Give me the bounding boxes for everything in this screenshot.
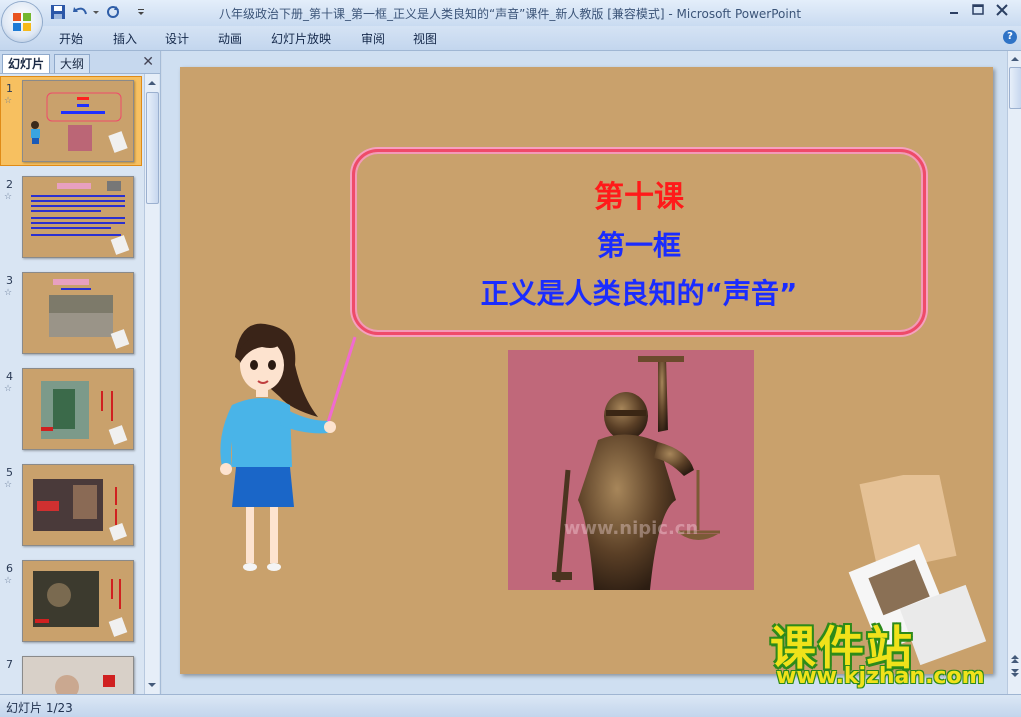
- office-button[interactable]: [2, 2, 42, 42]
- slide-editing-area: 第十课 第一框 正义是人类良知的“声音” www.nipic.cn: [162, 51, 1007, 694]
- redo-icon[interactable]: [104, 4, 120, 22]
- slide-number: 3: [6, 274, 13, 287]
- teacher-illustration: [220, 323, 357, 571]
- undo-icon[interactable]: [72, 4, 88, 22]
- office-button-icon: [13, 13, 31, 31]
- topic-title: 正义是人类良知的“声音”: [480, 277, 798, 310]
- slide-canvas[interactable]: 第十课 第一框 正义是人类良知的“声音” www.nipic.cn: [180, 67, 993, 674]
- slides-pane: 幻灯片 大纲 ✕ 1 ☆ 2 ☆ 3 ☆ 4 ☆ 5 ☆ 6 ☆ 7: [0, 51, 161, 694]
- tab-animations[interactable]: 动画: [218, 30, 242, 47]
- close-icon[interactable]: [990, 2, 1014, 18]
- window-title: 八年级政治下册_第十课_第一框_正义是人类良知的“声音”课件_新人教版 [兼容模…: [218, 7, 802, 21]
- tab-home[interactable]: 开始: [59, 30, 83, 47]
- kjzhan-watermark-logo: 课件站 www.kjzhan.com: [770, 612, 1010, 692]
- slide-thumbnail-1[interactable]: 1 ☆: [0, 76, 143, 166]
- image-watermark: www.nipic.cn: [563, 518, 699, 539]
- slide-preview: [22, 272, 134, 354]
- slide-number: 4: [6, 370, 13, 383]
- justice-statue-image[interactable]: www.nipic.cn: [508, 350, 754, 590]
- animation-star-icon: ☆: [4, 480, 13, 490]
- lesson-title: 第十课: [594, 180, 684, 215]
- scrollbar-thumb[interactable]: [146, 92, 159, 204]
- slide-thumbnail-2[interactable]: 2 ☆: [0, 172, 143, 260]
- scroll-up-icon[interactable]: [1008, 52, 1021, 66]
- maximize-icon[interactable]: [966, 2, 990, 18]
- scrollbar-thumb[interactable]: [1009, 67, 1021, 109]
- slide-preview: [22, 80, 134, 162]
- section-title: 第一框: [596, 229, 681, 262]
- animation-star-icon: ☆: [4, 96, 13, 106]
- scroll-up-icon[interactable]: [145, 76, 159, 90]
- slides-pane-scrollbar[interactable]: [144, 74, 159, 694]
- title-bar: 八年级政治下册_第十课_第一框_正义是人类良知的“声音”课件_新人教版 [兼容模…: [0, 0, 1021, 26]
- slide-thumbnail-6[interactable]: 6 ☆: [0, 556, 143, 644]
- slide-thumbnail-7[interactable]: 7: [0, 652, 143, 694]
- slide-count-status: 幻灯片 1/23: [6, 701, 73, 715]
- site-url: www.kjzhan.com: [776, 664, 985, 689]
- title-text-box[interactable]: 第十课 第一框 正义是人类良知的“声音”: [352, 149, 926, 335]
- tab-design[interactable]: 设计: [165, 30, 189, 47]
- slide-preview: [22, 656, 134, 694]
- animation-star-icon: ☆: [4, 288, 13, 298]
- status-bar: 幻灯片 1/23: [0, 694, 1021, 717]
- save-icon[interactable]: [50, 4, 66, 22]
- scroll-down-icon[interactable]: [145, 678, 159, 692]
- tab-slideshow[interactable]: 幻灯片放映: [271, 30, 331, 47]
- slide-preview: [22, 368, 134, 450]
- slide-preview: [22, 176, 134, 258]
- slide-number: 2: [6, 178, 13, 191]
- tab-outline[interactable]: 大纲: [54, 54, 91, 73]
- animation-star-icon: ☆: [4, 576, 13, 586]
- tab-insert[interactable]: 插入: [113, 30, 137, 47]
- customize-qat-icon[interactable]: [136, 4, 152, 22]
- tab-slides[interactable]: 幻灯片: [2, 54, 51, 73]
- slide-scrollbar[interactable]: [1007, 51, 1021, 694]
- slide-number: 1: [6, 82, 13, 95]
- help-icon[interactable]: ?: [1003, 30, 1017, 44]
- slide-thumbnail-4[interactable]: 4 ☆: [0, 364, 143, 452]
- minimize-icon[interactable]: [942, 2, 966, 18]
- animation-star-icon: ☆: [4, 192, 13, 202]
- tab-review[interactable]: 审阅: [361, 30, 385, 47]
- slide-number: 5: [6, 466, 13, 479]
- slide-thumbnail-3[interactable]: 3 ☆: [0, 268, 143, 356]
- slide-preview: [22, 464, 134, 546]
- slide-number: 7: [6, 658, 13, 671]
- pane-close-icon[interactable]: ✕: [142, 54, 154, 70]
- ribbon-tab-bar: 开始 插入 设计 动画 幻灯片放映 审阅 视图 ?: [0, 26, 1021, 51]
- tab-view[interactable]: 视图: [413, 30, 437, 47]
- slide-thumbnail-5[interactable]: 5 ☆: [0, 460, 143, 548]
- animation-star-icon: ☆: [4, 384, 13, 394]
- slide-number: 6: [6, 562, 13, 575]
- slide-thumbnail-list: 1 ☆ 2 ☆ 3 ☆ 4 ☆ 5 ☆ 6 ☆ 7: [0, 74, 143, 694]
- pane-tabs: 幻灯片 大纲 ✕: [0, 51, 160, 74]
- slide-preview: [22, 560, 134, 642]
